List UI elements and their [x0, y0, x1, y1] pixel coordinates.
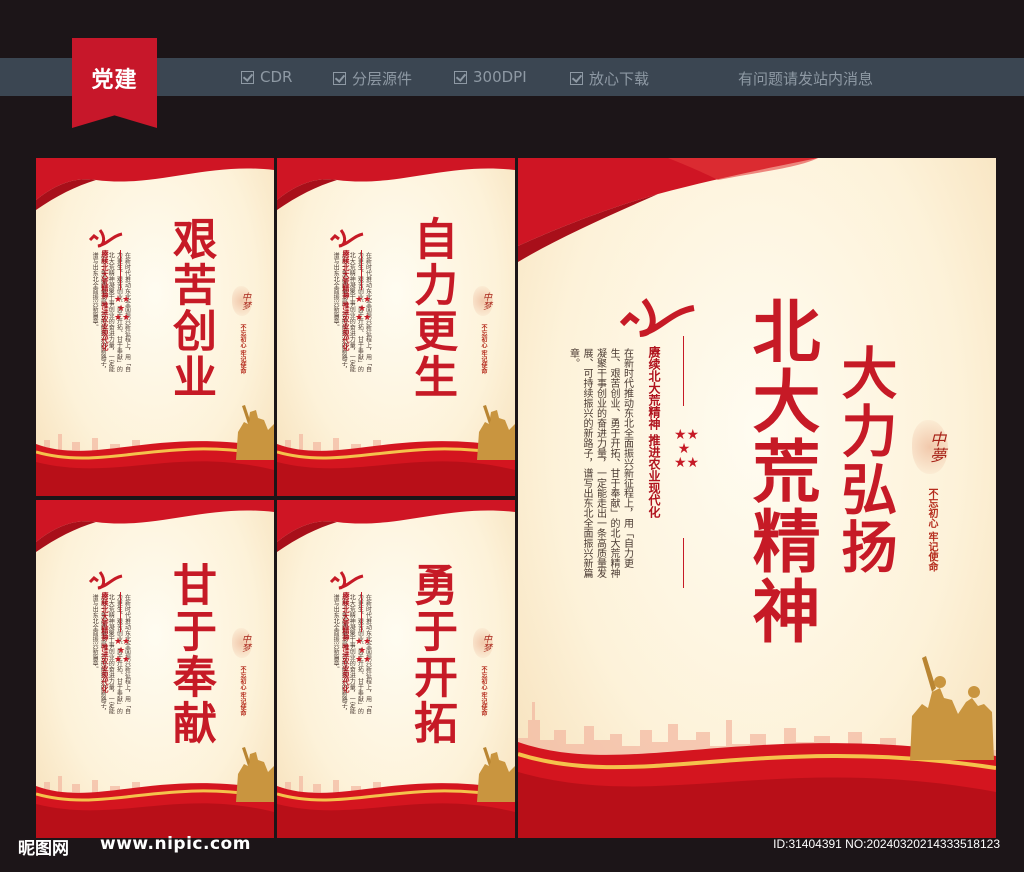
main-title-right: 大力弘扬	[832, 344, 897, 576]
divider-line	[361, 250, 362, 290]
red-flag-ribbon	[518, 158, 818, 262]
motto-seal: 不忘初心 牢记使命	[480, 666, 487, 717]
poster-title: 自力更生	[406, 216, 457, 400]
checkbox-icon	[454, 70, 467, 84]
spirit-logo-icon	[329, 571, 364, 590]
motto-seal: 不忘初心 牢记使命	[926, 488, 937, 572]
poster-3: 在新时代推动东北全面振兴新征程上，用「自力更生、艰苦创业、勇于开拓、甘于奉献」的…	[36, 500, 274, 838]
spirit-logo-icon	[88, 229, 123, 248]
divider-line	[120, 250, 121, 290]
poster-title: 甘于奉献	[165, 562, 216, 746]
main-poster: 在新时代推动东北全面振兴新征程上，用「自力更生、艰苦创业、勇于开拓、甘于奉献」的…	[518, 158, 996, 838]
divider-line	[120, 592, 121, 632]
spirit-logo-icon	[329, 229, 364, 248]
poster-1: 在新时代推动东北全面振兴新征程上，用「自力更生、艰苦创业、勇于开拓、甘于奉献」的…	[36, 158, 274, 496]
motto-seal: 不忘初心 牢记使命	[239, 324, 246, 375]
motto-seal: 不忘初心 牢记使命	[480, 324, 487, 375]
motto-seal: 不忘初心 牢记使命	[239, 666, 246, 717]
site-logo[interactable]: 昵图网	[18, 834, 69, 859]
stars-icon: ★★ ★ ★★	[114, 295, 131, 323]
feature-cdr: CDR	[241, 68, 292, 86]
statue-figures	[236, 405, 274, 460]
stars-icon: ★★ ★ ★★	[114, 637, 131, 665]
poster-subtitle: 赓续北大荒精神 推进农业现代化	[342, 250, 350, 351]
red-flag-ribbon	[36, 500, 274, 552]
statue-figures	[477, 405, 515, 460]
main-subtitle: 赓续北大荒精神 推进农业现代化	[647, 346, 661, 519]
red-flag-ribbon	[36, 158, 274, 210]
site-url[interactable]: www.nipic.com	[100, 834, 251, 854]
feature-download: 放心下载	[570, 68, 649, 89]
divider-line	[683, 336, 684, 406]
image-id: ID:31404391 NO:20240320214333518123	[773, 837, 1000, 851]
poster-4: 在新时代推动东北全面振兴新征程上，用「自力更生、艰苦创业、勇于开拓、甘于奉献」的…	[277, 500, 515, 838]
checkbox-icon	[241, 70, 254, 84]
statue-figures	[910, 656, 994, 760]
poster-2: 在新时代推动东北全面振兴新征程上，用「自力更生、艰苦创业、勇于开拓、甘于奉献」的…	[277, 158, 515, 496]
red-flag-ribbon	[277, 500, 515, 552]
dream-stamp: 中梦	[232, 286, 252, 316]
main-body: 在新时代推动东北全面振兴新征程上，用「自力更生、艰苦创业、勇于开拓、甘于奉献」的…	[567, 348, 633, 578]
feature-dpi: 300DPI	[454, 68, 527, 86]
badge-label: 党建	[91, 68, 138, 93]
notice-text: 有问题请发站内消息	[738, 70, 874, 88]
divider-line	[361, 592, 362, 632]
poster-title: 勇于开拓	[406, 562, 457, 746]
stars-icon: ★★ ★ ★★	[674, 427, 700, 471]
feature-layers: 分层源件	[333, 68, 412, 89]
checkbox-icon	[333, 72, 346, 85]
dream-stamp: 中梦	[232, 628, 252, 658]
poster-subtitle: 赓续北大荒精神 推进农业现代化	[101, 250, 109, 351]
dream-stamp: 中夢	[912, 420, 948, 474]
checkbox-icon	[570, 72, 583, 85]
dream-stamp: 中梦	[473, 286, 493, 316]
category-badge: 党建	[72, 38, 157, 128]
stars-icon: ★★ ★ ★★	[355, 637, 372, 665]
statue-figures	[236, 747, 274, 802]
dream-stamp: 中梦	[473, 628, 493, 658]
stars-icon: ★★ ★ ★★	[355, 295, 372, 323]
poster-subtitle: 赓续北大荒精神 推进农业现代化	[101, 592, 109, 693]
red-flag-ribbon	[277, 158, 515, 210]
spirit-logo-icon	[88, 571, 123, 590]
poster-title: 艰苦创业	[165, 216, 216, 400]
poster-subtitle: 赓续北大荒精神 推进农业现代化	[342, 592, 350, 693]
spirit-logo-icon	[619, 298, 695, 337]
statue-figures	[477, 747, 515, 802]
divider-line-bottom	[683, 538, 684, 588]
main-title-left: 北大荒精神	[740, 296, 819, 646]
